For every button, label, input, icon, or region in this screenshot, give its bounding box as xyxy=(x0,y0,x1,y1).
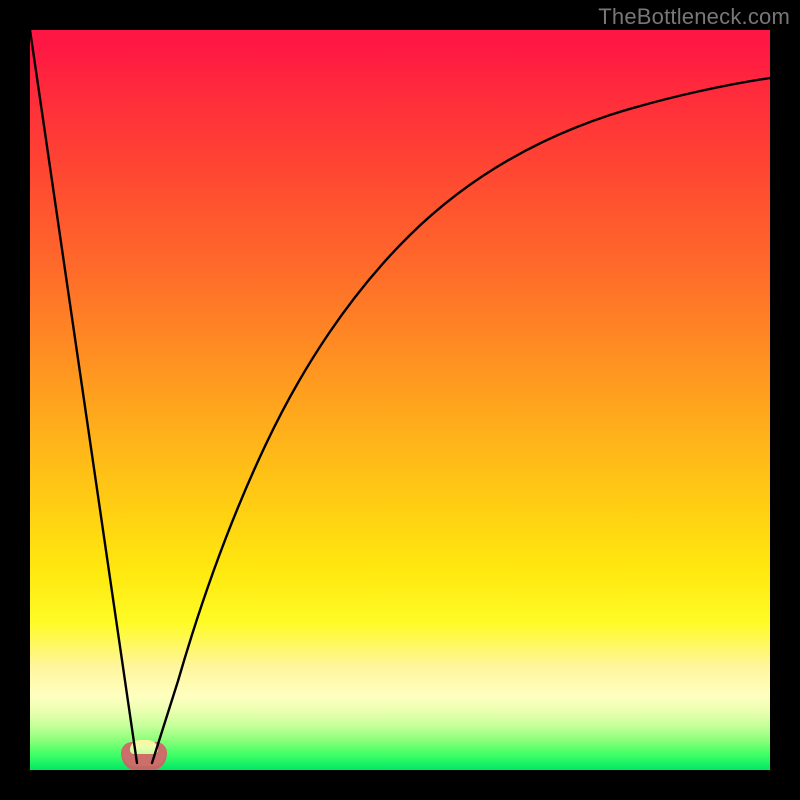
chart-frame: TheBottleneck.com xyxy=(0,0,800,800)
plot-area xyxy=(30,30,770,770)
right-curve-line xyxy=(152,78,770,763)
curve-overlay xyxy=(30,30,770,770)
left-slope-line xyxy=(30,30,137,763)
watermark-text: TheBottleneck.com xyxy=(598,4,790,30)
